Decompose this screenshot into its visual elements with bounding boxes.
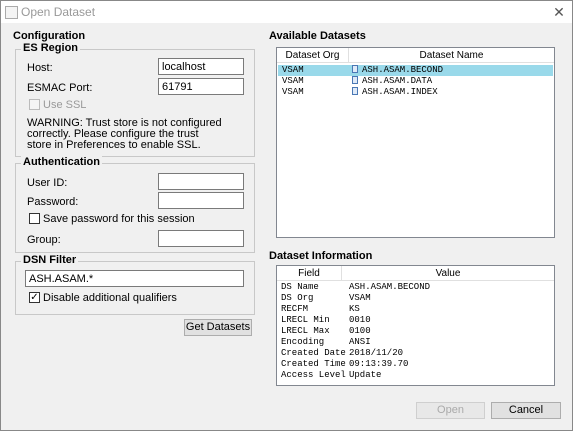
- info-field: Created Date: [281, 348, 346, 358]
- info-row: Access Level Update: [277, 370, 554, 381]
- configuration-title: Configuration: [13, 30, 86, 42]
- cancel-button[interactable]: Cancel: [491, 402, 561, 419]
- available-datasets-table[interactable]: Dataset Org Dataset Name VSAM ASH.ASAM.B…: [276, 47, 555, 238]
- open-button[interactable]: Open: [416, 402, 485, 419]
- info-row: LRECL Min 0010: [277, 315, 554, 326]
- password-input[interactable]: [158, 192, 244, 209]
- info-field: DS Name: [281, 282, 319, 292]
- info-value: KS: [349, 304, 360, 314]
- info-field: RECFM: [281, 304, 309, 314]
- user-id-input[interactable]: [158, 173, 244, 190]
- info-row: DS Org VSAM: [277, 293, 554, 304]
- info-value: ANSI: [349, 337, 371, 347]
- password-label: Password:: [27, 196, 79, 208]
- es-region-legend: ES Region: [21, 42, 81, 54]
- dataset-information-title: Dataset Information: [269, 250, 373, 262]
- file-icon: [352, 76, 358, 84]
- column-header-value: Value: [342, 266, 554, 281]
- title-bar: Open Dataset ✕: [1, 1, 572, 23]
- dataset-org: VSAM: [282, 87, 304, 97]
- column-header-dataset-org[interactable]: Dataset Org: [277, 48, 349, 63]
- save-password-label: Save password for this session: [43, 213, 195, 225]
- dataset-name: ASH.ASAM.BECOND: [362, 65, 444, 75]
- group-input[interactable]: [158, 230, 244, 247]
- use-ssl-label: Use SSL: [43, 99, 87, 111]
- dataset-name: ASH.ASAM.INDEX: [362, 87, 438, 97]
- info-row: Encoding ANSI: [277, 337, 554, 348]
- info-field: Access Level: [281, 370, 346, 380]
- column-header-field: Field: [277, 266, 342, 281]
- dataset-name: ASH.ASAM.DATA: [362, 76, 433, 86]
- close-icon[interactable]: ✕: [550, 3, 568, 21]
- info-field: Encoding: [281, 337, 325, 347]
- info-value: 0010: [349, 315, 371, 325]
- use-ssl-checkbox[interactable]: [29, 99, 40, 110]
- info-value: 0100: [349, 326, 371, 336]
- info-row: Created Date 2018/11/20: [277, 348, 554, 359]
- info-value: VSAM: [349, 293, 371, 303]
- ssl-warning-line3: store in Preferences to enable SSL.: [27, 139, 201, 151]
- info-field: DS Org: [281, 293, 314, 303]
- authentication-legend: Authentication: [21, 156, 102, 168]
- dataset-row[interactable]: VSAM ASH.ASAM.INDEX: [277, 87, 554, 98]
- user-id-label: User ID:: [27, 177, 68, 189]
- file-icon: [352, 87, 358, 95]
- info-field: Created Time: [281, 359, 346, 369]
- column-header-dataset-name[interactable]: Dataset Name: [349, 48, 554, 63]
- dsn-filter-legend: DSN Filter: [21, 254, 79, 266]
- dsn-filter-input[interactable]: [25, 270, 244, 287]
- dataset-row[interactable]: VSAM ASH.ASAM.DATA: [277, 76, 554, 87]
- esmac-port-label: ESMAC Port:: [27, 82, 93, 94]
- host-label: Host:: [27, 62, 53, 74]
- info-row: RECFM KS: [277, 304, 554, 315]
- info-value: ASH.ASAM.BECOND: [349, 282, 431, 292]
- dataset-org: VSAM: [282, 65, 304, 75]
- app-icon: [5, 6, 18, 19]
- disable-qualifiers-label: Disable additional qualifiers: [43, 292, 177, 304]
- dataset-information-table: Field Value DS Name ASH.ASAM.BECOND DS Or…: [276, 265, 555, 386]
- info-row: LRECL Max 0100: [277, 326, 554, 337]
- dataset-row[interactable]: VSAM ASH.ASAM.BECOND: [277, 65, 554, 76]
- info-value: 09:13:39.70: [349, 359, 409, 369]
- info-value: 2018/11/20: [349, 348, 404, 358]
- esmac-port-input[interactable]: [158, 78, 244, 95]
- get-datasets-button[interactable]: Get Datasets: [184, 319, 252, 336]
- available-datasets-title: Available Datasets: [269, 30, 366, 42]
- group-label: Group:: [27, 234, 61, 246]
- disable-qualifiers-checkbox[interactable]: ✓: [29, 292, 40, 303]
- save-password-checkbox[interactable]: [29, 213, 40, 224]
- info-field: LRECL Min: [281, 315, 330, 325]
- info-row: Created Time 09:13:39.70: [277, 359, 554, 370]
- open-dataset-dialog: Open Dataset ✕ Configuration ES Region H…: [0, 0, 573, 431]
- info-field: LRECL Max: [281, 326, 330, 336]
- info-row: DS Name ASH.ASAM.BECOND: [277, 282, 554, 293]
- info-value: Update: [349, 370, 382, 380]
- host-input[interactable]: [158, 58, 244, 75]
- file-icon: [352, 65, 358, 73]
- dataset-org: VSAM: [282, 76, 304, 86]
- window-title: Open Dataset: [21, 5, 96, 19]
